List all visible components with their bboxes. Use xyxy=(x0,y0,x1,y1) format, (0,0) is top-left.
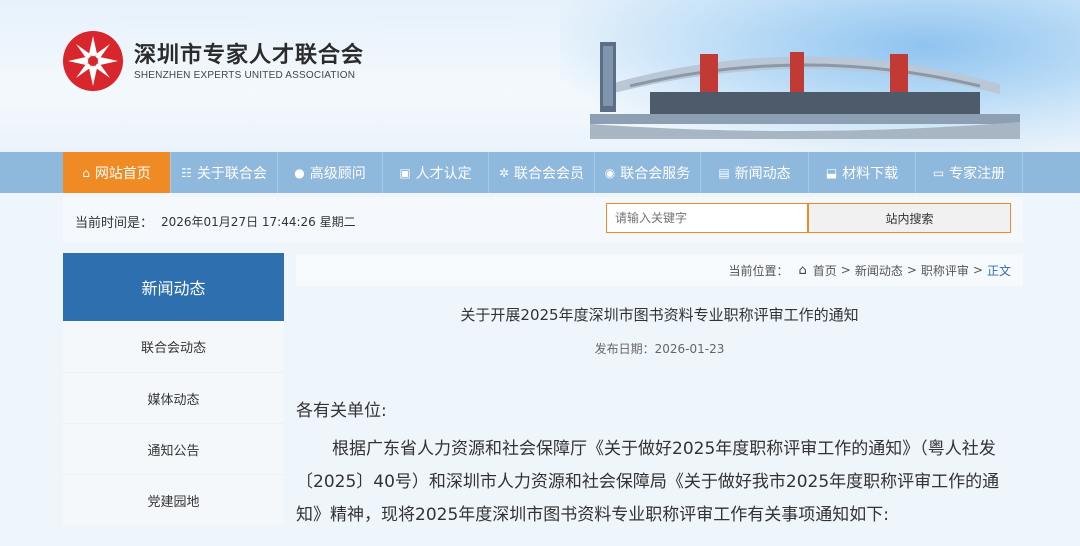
home-icon: ⌂ xyxy=(82,165,90,180)
nav-item-label: 网站首页 xyxy=(94,165,151,182)
person-icon: ● xyxy=(294,165,305,180)
info-bar: 当前时间是： 2026年01月27日 17:44:26 星期二 站内搜索 xyxy=(63,197,1023,243)
sidebar-item-association-news[interactable]: 联合会动态 xyxy=(63,321,284,372)
nav-item-label: 专家注册 xyxy=(949,165,1006,182)
news-icon: ▤ xyxy=(718,165,730,180)
article-title: 关于开展2025年度深圳市图书资料专业职称评审工作的通知 xyxy=(460,306,859,324)
sidebar: 新闻动态 联合会动态 媒体动态 通知公告 党建园地 xyxy=(63,253,284,546)
breadcrumb-separator: > xyxy=(840,263,851,277)
home-icon: ⌂ xyxy=(798,262,807,278)
nav-item-about[interactable]: ☷ 关于联合会 xyxy=(171,152,278,193)
breadcrumb-category[interactable]: 职称评审 xyxy=(921,262,969,279)
breadcrumb-home[interactable]: 首页 xyxy=(813,262,837,279)
sidebar-title: 新闻动态 xyxy=(63,253,284,321)
badge-icon: ▣ xyxy=(399,165,411,180)
breadcrumb-current: 正文 xyxy=(986,263,1011,278)
id-card-icon: ▭ xyxy=(932,165,945,180)
search-input[interactable] xyxy=(606,203,808,233)
brand-name-cn: 深圳市专家人才联合会 xyxy=(134,42,365,68)
nav-item-downloads[interactable]: ⬓ 材料下载 xyxy=(809,152,916,193)
nav-item-label: 联合会服务 xyxy=(620,165,691,182)
logo-emblem-icon xyxy=(63,31,123,91)
sidebar-item-announcements[interactable]: 通知公告 xyxy=(63,423,284,474)
nav-item-label: 联合会会员 xyxy=(514,165,585,182)
nav-item-label: 新闻动态 xyxy=(734,165,791,182)
sidebar-list: 联合会动态 媒体动态 通知公告 党建园地 xyxy=(63,321,284,525)
nav-item-label: 关于联合会 xyxy=(196,165,267,182)
sidebar-item-party-building[interactable]: 党建园地 xyxy=(63,474,284,525)
article-content: 关于开展2025年度深圳市图书资料专业职称评审工作的通知 发布日期：2026-0… xyxy=(296,286,1023,546)
nav-item-home[interactable]: ⌂ 网站首页 xyxy=(63,152,171,193)
main-nav: ⌂ 网站首页 ☷ 关于联合会 ● 高级顾问 ▣ 人才认定 ✲ 联合会会员 ◉ 联… xyxy=(0,152,1080,193)
site-header: 深圳市专家人才联合会 SHENZHEN EXPERTS UNITED ASSOC… xyxy=(0,0,1080,152)
sidebar-item-media-news[interactable]: 媒体动态 xyxy=(63,372,284,423)
site-logo[interactable]: 深圳市专家人才联合会 SHENZHEN EXPERTS UNITED ASSOC… xyxy=(62,30,364,92)
search-button[interactable]: 站内搜索 xyxy=(808,203,1011,233)
gear-icon: ✲ xyxy=(498,165,510,180)
download-icon: ⬓ xyxy=(825,165,838,180)
breadcrumb: 当前位置： ⌂ 首页 > 新闻动态 > 职称评审 > 正文 xyxy=(296,254,1023,286)
brand-name-en: SHENZHEN EXPERTS UNITED ASSOCIATION xyxy=(134,69,356,81)
breadcrumb-separator: > xyxy=(972,263,983,277)
current-time: 2026年01月27日 17:44:26 星期二 xyxy=(161,215,356,229)
breadcrumb-separator: > xyxy=(906,263,917,277)
article-salutation: 各有关单位: xyxy=(296,401,387,421)
nav-item-label: 高级顾问 xyxy=(309,165,366,182)
civic-center-illustration xyxy=(590,42,1020,139)
nav-item-advisors[interactable]: ● 高级顾问 xyxy=(278,152,383,193)
publish-date: 发布日期：2026-01-23 xyxy=(594,342,725,356)
nav-item-talent[interactable]: ▣ 人才认定 xyxy=(383,152,489,193)
nav-item-register[interactable]: ▭ 专家注册 xyxy=(916,152,1023,193)
time-label: 当前时间是： xyxy=(75,216,154,231)
breadcrumb-news[interactable]: 新闻动态 xyxy=(855,262,903,279)
nav-item-news[interactable]: ▤ 新闻动态 xyxy=(701,152,809,193)
article-paragraph: 根据广东省人力资源和社会保障厅《关于做好2025年度职称评审工作的通知》（粤人社… xyxy=(296,439,1000,525)
org-icon: ☷ xyxy=(181,165,192,180)
nav-item-services[interactable]: ◉ 联合会服务 xyxy=(595,152,701,193)
nav-item-label: 材料下载 xyxy=(842,165,899,182)
nav-item-members[interactable]: ✲ 联合会会员 xyxy=(489,152,595,193)
breadcrumb-label: 当前位置： xyxy=(728,263,789,278)
service-icon: ◉ xyxy=(604,165,616,180)
nav-item-label: 人才认定 xyxy=(415,165,472,182)
